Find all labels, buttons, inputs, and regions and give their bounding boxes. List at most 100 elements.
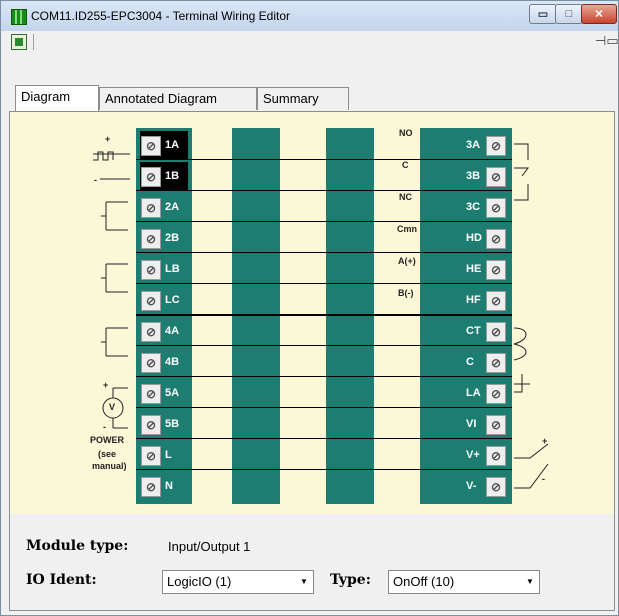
terminal-label: 2B <box>165 232 180 244</box>
relay-wire <box>514 143 529 201</box>
terminal-label: 3B <box>466 170 481 182</box>
voltmeter-minus: - <box>103 422 106 432</box>
module-type-label: Module type: <box>26 538 129 554</box>
chevron-down-icon: ▼ <box>300 577 308 586</box>
screw-icon: ⊘ <box>486 291 506 311</box>
tab-summary[interactable]: Summary <box>257 87 349 110</box>
terminal-left-4a[interactable]: ⊘ 4A <box>140 317 188 345</box>
toolbar: ⊣▭ <box>1 31 619 53</box>
screw-icon: ⊘ <box>141 477 161 497</box>
title-bar[interactable]: COM11.ID255-EPC3004 - Terminal Wiring Ed… <box>1 1 618 31</box>
screw-icon: ⊘ <box>141 353 161 373</box>
pulse-plus-sign: + <box>105 134 110 144</box>
terminal-right-3b[interactable]: 3B ⊘ <box>462 162 508 190</box>
terminal-right-vi[interactable]: VI ⊘ <box>462 410 508 438</box>
module-view-icon[interactable] <box>11 34 27 50</box>
terminal-left-4b[interactable]: ⊘ 4B <box>140 348 188 376</box>
terminal-diagram: NO C NC Cmn A(+) B(-) POWER (see manual) <box>10 112 614 514</box>
screw-icon: ⊘ <box>141 291 161 311</box>
screw-icon: ⊘ <box>486 477 506 497</box>
contact-wire-2 <box>101 201 128 231</box>
terminal-label: 5B <box>165 418 180 430</box>
terminal-left-1b[interactable]: ⊘ 1B <box>140 162 188 190</box>
thermocouple-plus: + <box>542 436 548 446</box>
terminal-label: V- <box>466 480 477 492</box>
tab-diagram[interactable]: Diagram <box>15 85 99 111</box>
module-info-panel: Module type: Input/Output 1 IO Ident: Lo… <box>10 514 614 610</box>
contact-wire-l <box>101 263 128 293</box>
terminal-label: V+ <box>466 449 480 461</box>
screw-icon: ⊘ <box>486 322 506 342</box>
terminal-label: 3A <box>466 139 481 151</box>
close-icon: ✕ <box>594 8 604 21</box>
terminal-left-lc[interactable]: ⊘ LC <box>140 286 188 314</box>
terminal-label: 1B <box>165 170 180 182</box>
terminal-label: L <box>165 449 172 461</box>
terminal-label: N <box>165 480 173 492</box>
terminal-label: HD <box>466 232 482 244</box>
terminal-right-c[interactable]: C ⊘ <box>462 348 508 376</box>
maximize-button[interactable]: □ <box>555 4 583 24</box>
voltmeter-plus: + <box>103 380 109 390</box>
thermocouple-minus: - <box>542 474 545 484</box>
type-label: Type: <box>330 572 371 588</box>
module-type-value: Input/Output 1 <box>168 539 251 554</box>
terminal-label: 2A <box>165 201 180 213</box>
close-button[interactable]: ✕ <box>581 4 617 24</box>
terminal-right-vplus[interactable]: V+ ⊘ <box>462 441 508 469</box>
voltmeter-wire <box>112 387 128 429</box>
terminal-right-vminus[interactable]: V- ⊘ <box>462 472 508 500</box>
terminal-right-3a[interactable]: 3A ⊘ <box>462 131 508 159</box>
screw-icon: ⊘ <box>486 136 506 156</box>
wiring-graphics: + - <box>93 134 549 489</box>
terminal-right-3c[interactable]: 3C ⊘ <box>462 193 508 221</box>
terminal-left-5a[interactable]: ⊘ 5A <box>140 379 188 407</box>
terminal-label: 4A <box>165 325 180 337</box>
screw-icon: ⊘ <box>486 167 506 187</box>
terminal-right-hf[interactable]: HF ⊘ <box>462 286 508 314</box>
terminal-label: 4B <box>165 356 180 368</box>
type-value: OnOff (10) <box>393 574 455 589</box>
terminal-right-hd[interactable]: HD ⊘ <box>462 224 508 252</box>
screw-icon: ⊘ <box>141 384 161 404</box>
terminal-wiring-editor-window: COM11.ID255-EPC3004 - Terminal Wiring Ed… <box>0 0 619 616</box>
terminal-left-1a[interactable]: ⊘ 1A <box>140 131 188 159</box>
terminal-label: LC <box>165 294 180 306</box>
terminal-right-ct[interactable]: CT ⊘ <box>462 317 508 345</box>
terminal-left-5b[interactable]: ⊘ 5B <box>140 410 188 438</box>
window-title: COM11.ID255-EPC3004 - Terminal Wiring Ed… <box>31 9 290 23</box>
terminal-left-l[interactable]: ⊘ L <box>140 441 188 469</box>
pulse-wire-1a <box>93 151 130 161</box>
screw-icon: ⊘ <box>141 136 161 156</box>
terminal-label: 1A <box>165 139 180 151</box>
terminal-label: LA <box>466 387 481 399</box>
screw-icon: ⊘ <box>141 198 161 218</box>
la-wire <box>514 374 530 393</box>
screw-icon: ⊘ <box>486 198 506 218</box>
terminal-right-la[interactable]: LA ⊘ <box>462 379 508 407</box>
io-ident-select[interactable]: LogicIO (1) ▼ <box>162 570 314 594</box>
screw-icon: ⊘ <box>141 415 161 435</box>
toolbar-separator <box>33 34 34 50</box>
screw-icon: ⊘ <box>141 260 161 280</box>
terminal-left-n[interactable]: ⊘ N <box>140 472 188 500</box>
terminal-label: 5A <box>165 387 180 399</box>
screw-icon: ⊘ <box>141 322 161 342</box>
minimize-button[interactable]: ▭ <box>529 4 557 24</box>
terminal-left-2b[interactable]: ⊘ 2B <box>140 224 188 252</box>
wire-1b-minus-sign: - <box>94 175 97 185</box>
chevron-down-icon: ▼ <box>526 577 534 586</box>
pin-icon[interactable]: ⊣▭ <box>595 33 619 49</box>
terminal-right-he[interactable]: HE ⊘ <box>462 255 508 283</box>
maximize-icon: □ <box>565 8 573 20</box>
terminal-label: LB <box>165 263 180 275</box>
terminal-label: 3C <box>466 201 481 213</box>
terminal-label: HE <box>466 263 482 275</box>
minimize-icon: ▭ <box>537 8 549 21</box>
screw-icon: ⊘ <box>486 384 506 404</box>
terminal-left-2a[interactable]: ⊘ 2A <box>140 193 188 221</box>
tab-annotated-diagram[interactable]: Annotated Diagram <box>99 87 257 110</box>
terminal-left-lb[interactable]: ⊘ LB <box>140 255 188 283</box>
type-select[interactable]: OnOff (10) ▼ <box>388 570 540 594</box>
voltmeter-symbol: V <box>109 402 116 412</box>
